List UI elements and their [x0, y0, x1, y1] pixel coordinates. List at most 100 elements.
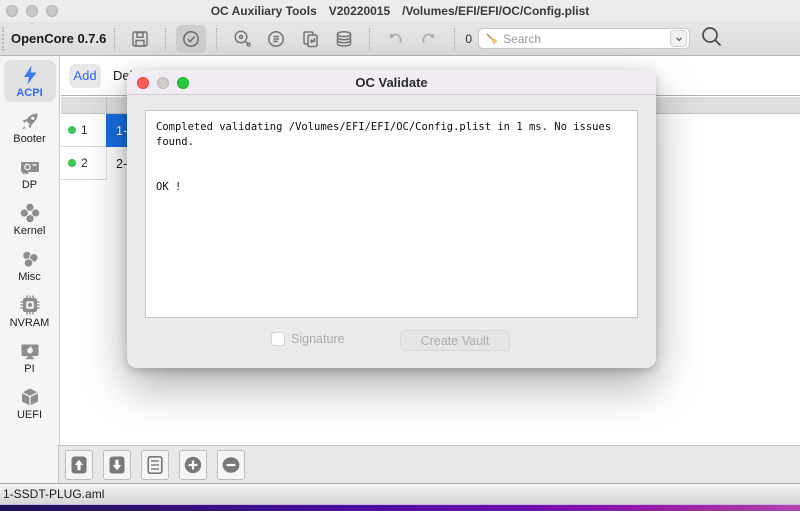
search-dropdown-button[interactable]	[670, 30, 688, 47]
main-toolbar: OpenCore 0.7.6 0 Search	[0, 22, 800, 56]
status-bar: 1-SSDT-PLUG.aml	[0, 483, 800, 504]
oc-validate-dialog: OC Validate Completed validating /Volume…	[127, 70, 656, 368]
order-list-button[interactable]	[261, 25, 291, 53]
remove-row-button[interactable]	[217, 449, 245, 480]
broom-icon	[486, 32, 498, 44]
circles-icon	[21, 250, 39, 268]
status-text: 1-SSDT-PLUG.aml	[3, 487, 105, 501]
check-circle-icon	[183, 30, 200, 47]
sidebar-item-acpi[interactable]: ACPI	[3, 60, 56, 102]
list-grid-icon	[147, 455, 163, 474]
floppy-save-icon	[132, 30, 149, 47]
app-name: OC Auxiliary Tools	[210, 4, 317, 18]
sidebar-item-dp[interactable]: DP	[4, 152, 56, 194]
row-number: 2	[81, 156, 88, 170]
sidebar-item-pi[interactable]: PI	[4, 336, 56, 378]
chip-icon	[20, 295, 39, 314]
toolbar-separator	[165, 27, 167, 50]
gpu-card-icon	[20, 161, 39, 174]
sidebar-nav: ACPI Booter DP Kernel Misc NVRAM PI UEFI	[0, 56, 60, 484]
magnifier-icon	[702, 26, 722, 46]
redo-button[interactable]	[414, 25, 444, 53]
bottom-accent-bar	[0, 504, 800, 511]
open-file-path: /Volumes/EFI/EFI/OC/Config.plist	[402, 4, 590, 18]
search-icon-button[interactable]	[700, 25, 723, 53]
close-window-button[interactable]	[6, 5, 18, 17]
clover-icon	[20, 203, 39, 222]
opencore-version-label: OpenCore 0.7.6	[11, 31, 107, 46]
sidebar-item-label: UEFI	[16, 408, 43, 421]
column-divider	[106, 97, 107, 114]
move-up-button[interactable]	[65, 449, 93, 480]
row-number-cell: 1	[61, 114, 106, 147]
plus-circle-icon	[184, 456, 202, 473]
dialog-title: OC Validate	[355, 74, 428, 90]
display-apple-icon	[21, 344, 38, 359]
move-down-button[interactable]	[103, 449, 131, 480]
validate-button[interactable]	[176, 24, 207, 53]
dialog-zoom-button[interactable]	[177, 77, 189, 89]
validation-output[interactable]: Completed validating /Volumes/EFI/EFI/OC…	[145, 110, 638, 318]
enabled-status-dot	[68, 159, 76, 167]
row-number: 1	[81, 123, 88, 137]
chevron-down-icon	[675, 36, 682, 41]
dialog-minimize-button	[157, 77, 169, 89]
toolbar-separator	[454, 27, 456, 50]
sidebar-item-uefi[interactable]: UEFI	[4, 382, 56, 424]
mount-disk-button[interactable]	[227, 25, 257, 53]
cube-icon	[21, 388, 38, 405]
toolbar-separator	[216, 27, 218, 50]
sidebar-item-label: Kernel	[13, 224, 46, 237]
search-input[interactable]	[503, 31, 671, 46]
rocket-icon	[21, 112, 38, 129]
toolbar-separator	[114, 27, 116, 50]
enabled-status-dot	[68, 126, 76, 134]
window-title: OC Auxiliary Tools V20220015/Volumes/EFI/…	[0, 4, 800, 18]
signature-label: Signature	[291, 332, 345, 346]
add-row-button[interactable]	[179, 449, 207, 480]
redo-arrow-icon	[422, 32, 436, 43]
search-result-count: 0	[465, 31, 473, 46]
dialog-titlebar: OC Validate	[127, 70, 656, 95]
sidebar-item-label: PI	[24, 362, 35, 375]
disk-key-icon	[234, 29, 252, 47]
lightning-icon	[23, 65, 36, 84]
table-tools-bar	[58, 445, 800, 483]
save-button[interactable]	[125, 25, 155, 53]
dialog-controls: Signature Create Vault	[127, 328, 656, 358]
sidebar-item-misc[interactable]: Misc	[4, 244, 56, 286]
sidebar-item-label: Misc	[18, 270, 41, 283]
minimize-window-button[interactable]	[26, 5, 38, 17]
sidebar-item-label: Booter	[13, 132, 46, 145]
copy-arrow-icon	[303, 30, 319, 47]
list-view-button[interactable]	[141, 449, 169, 480]
database-icon	[337, 30, 352, 47]
sidebar-item-booter[interactable]: Booter	[4, 106, 56, 148]
database-button[interactable]	[329, 25, 359, 53]
sidebar-item-nvram[interactable]: NVRAM	[4, 290, 56, 332]
add-button[interactable]: Add	[69, 63, 101, 88]
toolbar-drag-handle	[2, 26, 5, 51]
sidebar-item-label: NVRAM	[9, 316, 50, 329]
sidebar-item-label: DP	[21, 178, 38, 191]
dialog-close-button[interactable]	[137, 77, 149, 89]
sidebar-item-kernel[interactable]: Kernel	[4, 198, 56, 240]
arrow-up-icon	[71, 456, 87, 473]
sidebar-item-label: ACPI	[16, 86, 43, 99]
search-field[interactable]	[478, 28, 691, 49]
undo-arrow-icon	[389, 32, 402, 43]
window-titlebar: OC Auxiliary Tools V20220015/Volumes/EFI/…	[0, 0, 800, 22]
dialog-traffic-lights	[137, 77, 189, 89]
minus-circle-icon	[222, 456, 240, 473]
arrow-down-icon	[109, 456, 125, 473]
app-version: V20220015	[328, 4, 391, 18]
undo-button[interactable]	[380, 25, 410, 53]
zoom-window-button[interactable]	[46, 5, 58, 17]
signature-checkbox[interactable]	[271, 332, 285, 346]
create-vault-button[interactable]: Create Vault	[400, 330, 510, 351]
row-number-cell: 2	[61, 147, 106, 180]
signature-checkbox-group: Signature	[271, 332, 345, 346]
list-circle-icon	[268, 30, 285, 47]
app-window: OC Auxiliary Tools V20220015/Volumes/EFI/…	[0, 0, 800, 511]
import-plist-button[interactable]	[295, 25, 325, 53]
